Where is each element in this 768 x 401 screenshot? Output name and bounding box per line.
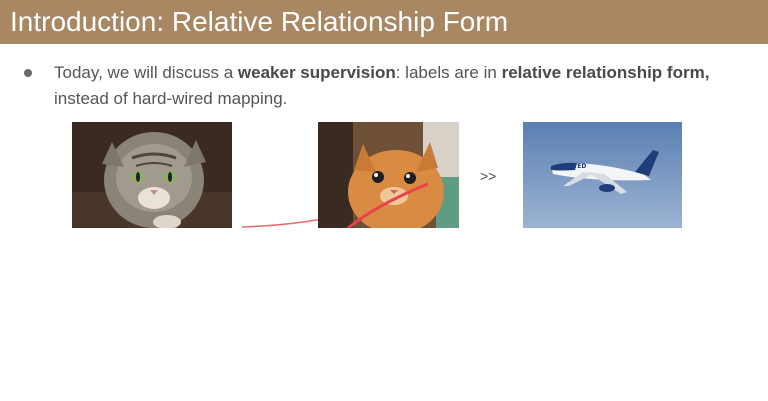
bullet-text-part2: : labels are in — [395, 63, 502, 82]
slide-title: Introduction: Relative Relationship Form — [10, 6, 509, 37]
bullet-icon — [24, 69, 32, 77]
bullet-text-part1: Today, we will discuss a — [54, 63, 238, 82]
bullet-bold-relative-relationship: relative relationship form, — [501, 63, 710, 82]
orange-cat-photo — [318, 122, 459, 228]
bullet-text: Today, we will discuss a weaker supervis… — [54, 60, 744, 112]
tabby-cat-photo — [72, 122, 232, 228]
bullet-bold-weaker-supervision: weaker supervision — [237, 63, 396, 82]
relation-symbol: >> — [480, 168, 497, 184]
bullet-text-part3: instead of hard-wired mapping. — [54, 89, 288, 108]
airplane-photo: UNITED — [523, 122, 682, 228]
title-bar: Introduction: Relative Relationship Form — [0, 0, 768, 44]
airline-logo-text: UNITED — [561, 163, 586, 170]
